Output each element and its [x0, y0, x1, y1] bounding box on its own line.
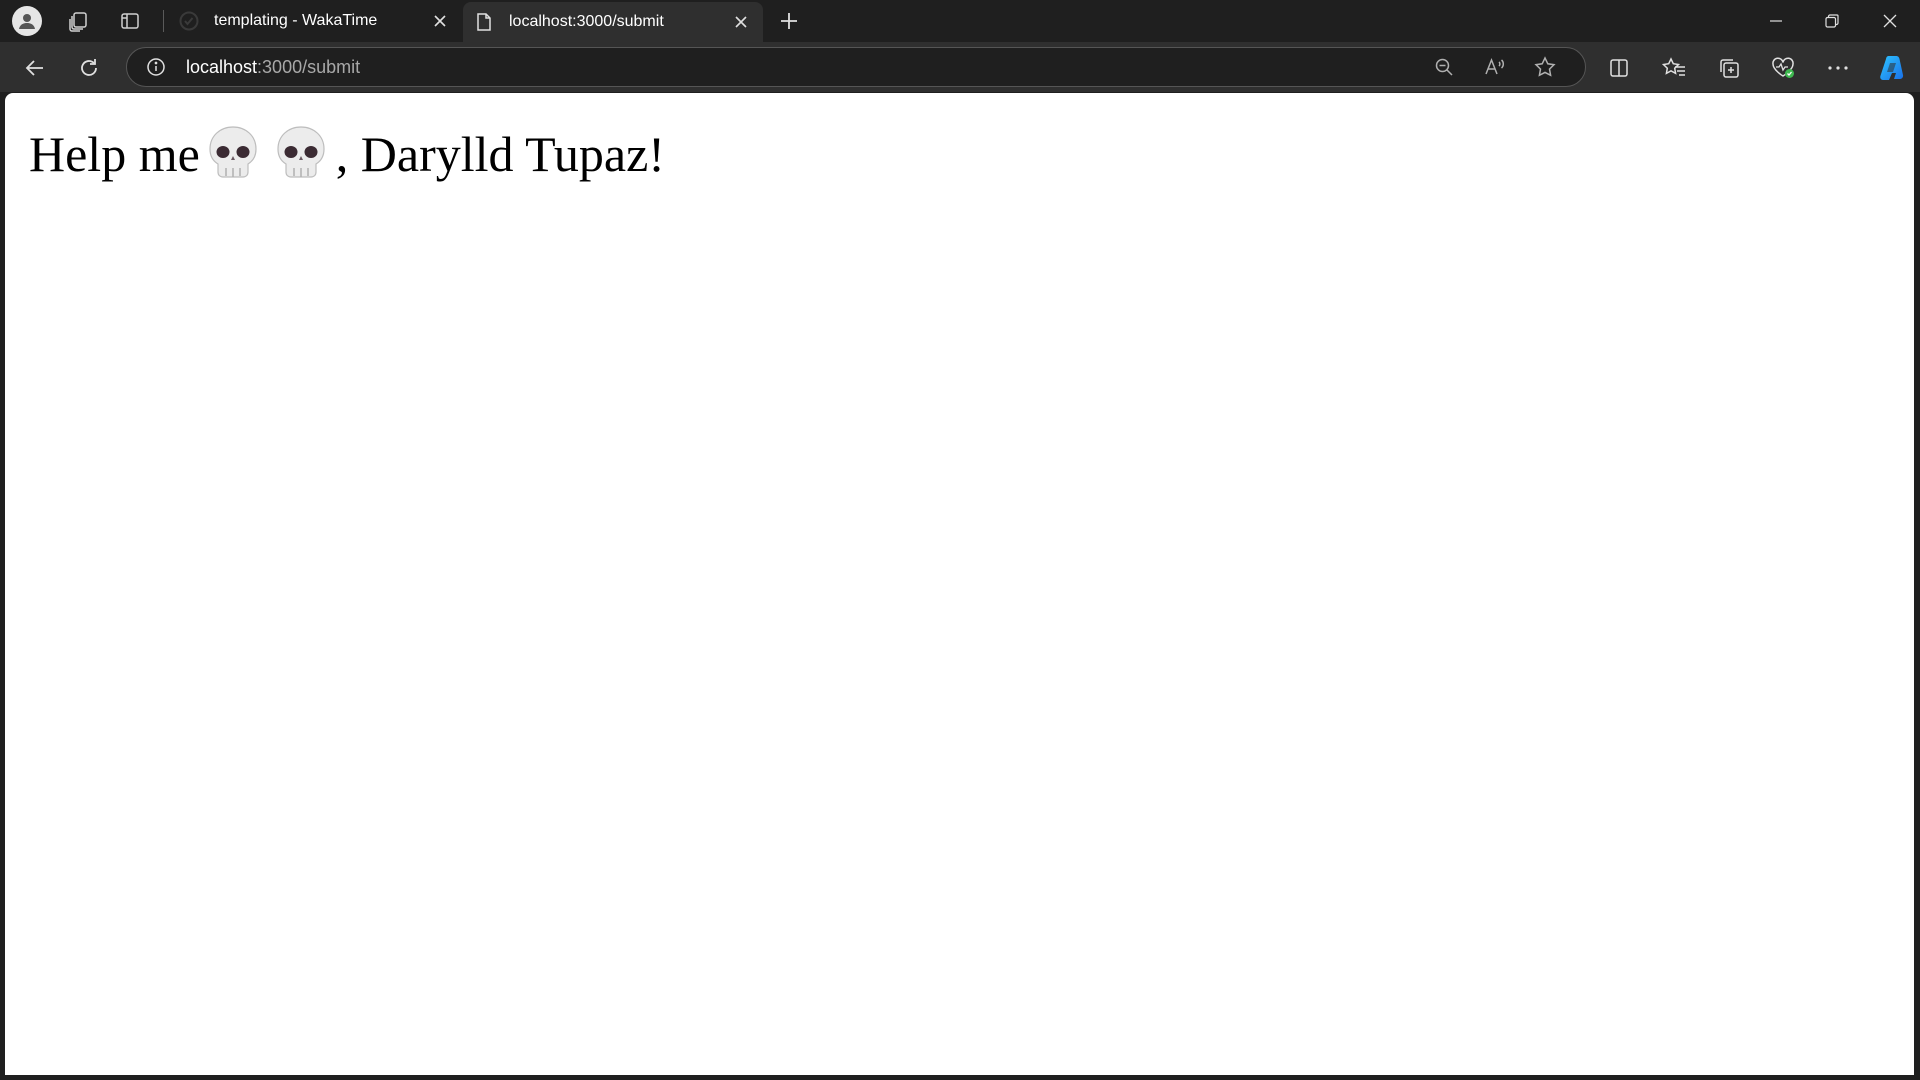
tab-localhost-submit[interactable]: localhost:3000/submit [463, 2, 763, 42]
close-icon [1883, 14, 1897, 28]
url-host: localhost [186, 57, 258, 77]
profile-avatar-icon [12, 6, 42, 36]
browser-toolbar: localhost:3000/submit [0, 42, 1920, 92]
reload-button[interactable] [71, 50, 107, 86]
add-favorite-star-icon[interactable] [1533, 55, 1557, 79]
split-screen-icon[interactable] [1601, 50, 1637, 86]
page-icon [473, 11, 495, 33]
browser-essentials-icon[interactable] [1765, 50, 1801, 86]
address-bar[interactable]: localhost:3000/submit [126, 47, 1586, 87]
close-window-button[interactable] [1862, 0, 1918, 42]
copilot-icon[interactable] [1874, 50, 1910, 86]
tab-strip: templating - WakaTime localhost:3000/sub… [0, 0, 1920, 42]
restore-button[interactable] [1804, 0, 1860, 42]
minimize-icon [1770, 20, 1782, 22]
minimize-button[interactable] [1748, 0, 1804, 42]
skull-icon [204, 123, 262, 181]
more-options-icon[interactable] [1820, 50, 1856, 86]
url-text[interactable]: localhost:3000/submit [186, 57, 360, 78]
profile-button[interactable] [11, 5, 43, 37]
tab-separator [163, 10, 164, 32]
read-aloud-icon[interactable] [1483, 55, 1507, 79]
wakatime-icon [178, 10, 200, 32]
close-tab-icon[interactable] [428, 9, 452, 33]
tab-title: localhost:3000/submit [509, 13, 664, 30]
tab-wakatime[interactable]: templating - WakaTime [168, 0, 462, 42]
heading-suffix: , Darylld Tupaz! [335, 126, 665, 182]
close-tab-icon[interactable] [729, 10, 753, 34]
page-heading: Help me , Darylld Tupaz! [29, 123, 665, 183]
plus-icon [781, 13, 797, 29]
tab-title: templating - WakaTime [214, 12, 378, 29]
url-path: :3000/submit [257, 57, 361, 77]
favorites-icon[interactable] [1656, 50, 1692, 86]
workspaces-icon[interactable] [62, 5, 94, 37]
collections-icon[interactable] [1711, 50, 1747, 86]
site-info-icon[interactable] [145, 56, 167, 78]
skull-icon [272, 123, 330, 181]
back-button[interactable] [17, 50, 53, 86]
zoom-out-icon[interactable] [1432, 55, 1456, 79]
new-tab-button[interactable] [773, 5, 805, 37]
back-arrow-icon [25, 60, 43, 76]
restore-icon [1825, 14, 1839, 28]
tab-actions-icon[interactable] [114, 5, 146, 37]
page-viewport: Help me , Darylld Tupaz! [5, 93, 1914, 1075]
reload-icon [81, 59, 97, 76]
heading-prefix: Help me [29, 126, 200, 182]
